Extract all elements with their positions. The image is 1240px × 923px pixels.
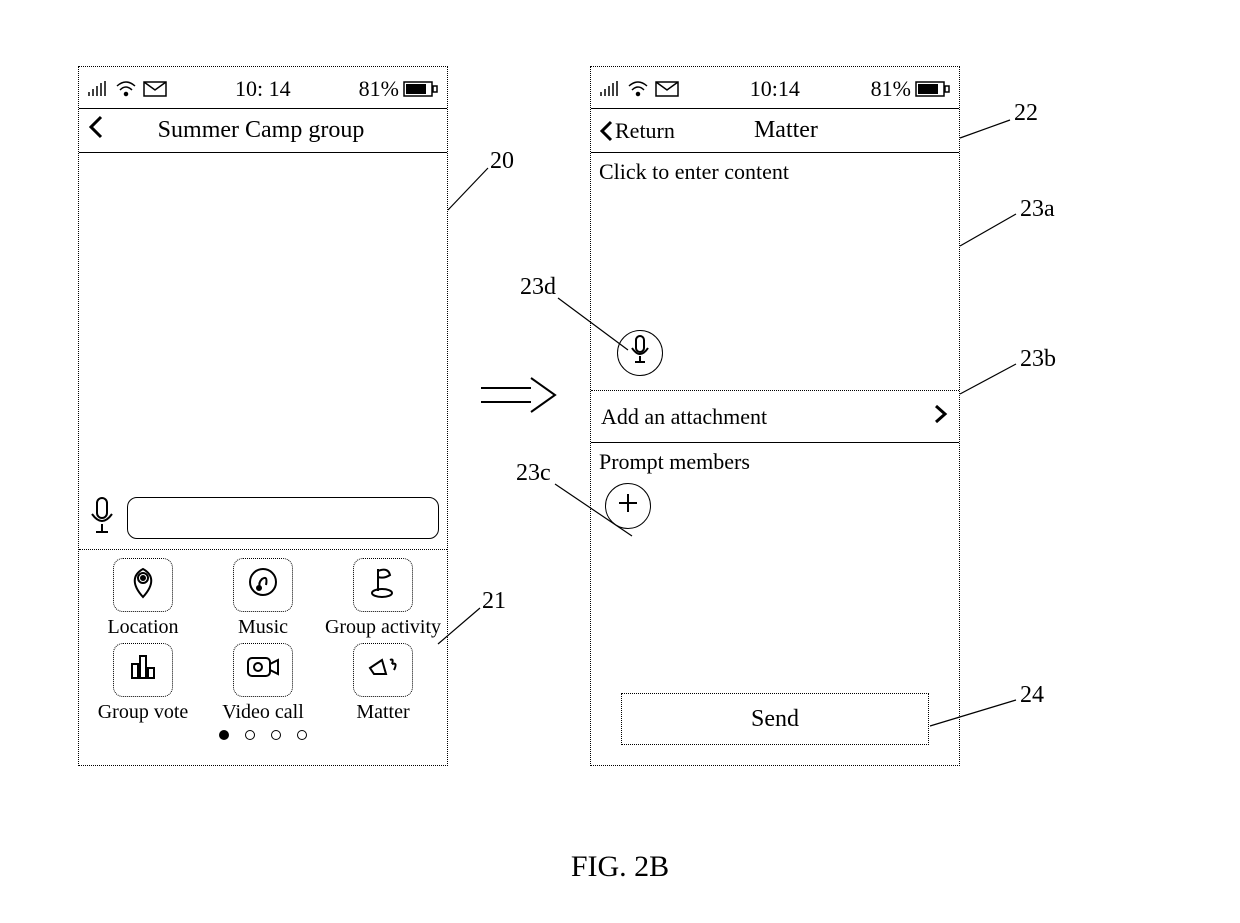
figure-caption: FIG. 2B xyxy=(0,850,1240,884)
callout-22: 22 xyxy=(1014,100,1038,127)
callout-23b: 23b xyxy=(1020,346,1056,373)
callout-20: 20 xyxy=(490,148,514,175)
callout-23d: 23d xyxy=(520,274,556,301)
callout-23a: 23a xyxy=(1020,196,1055,223)
callout-24: 24 xyxy=(1020,682,1044,709)
callout-leads xyxy=(0,0,1240,900)
callout-21: 21 xyxy=(482,588,506,615)
callout-23c: 23c xyxy=(516,460,551,487)
